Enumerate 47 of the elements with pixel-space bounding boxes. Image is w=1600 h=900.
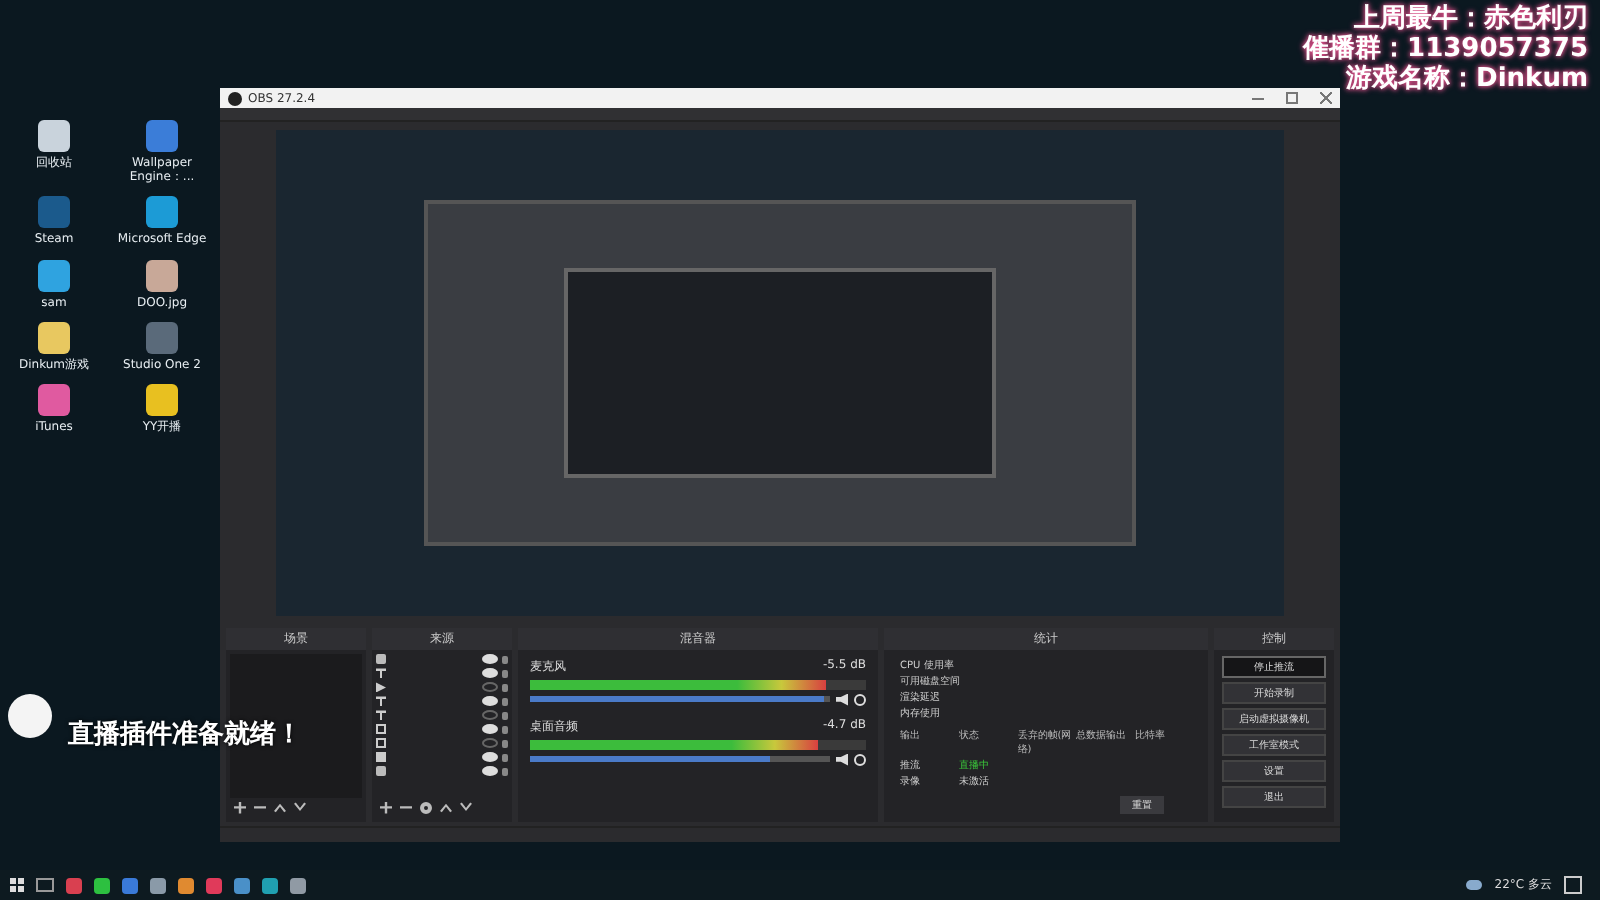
source-item[interactable] — [376, 681, 508, 694]
source-item[interactable] — [376, 667, 508, 680]
taskbar-app-icon[interactable] — [206, 877, 222, 893]
cloud-icon — [1466, 880, 1483, 890]
up-icon[interactable] — [440, 801, 452, 814]
overlay-text: 上周最牛：赤色利刃 — [1352, 4, 1588, 34]
windows-start-icon[interactable] — [10, 878, 24, 892]
settings-icon[interactable] — [854, 753, 866, 766]
task-view-icon[interactable] — [36, 878, 54, 892]
taskbar-app-icon[interactable] — [66, 877, 82, 893]
settings-icon[interactable] — [854, 693, 866, 706]
down-icon[interactable] — [294, 801, 306, 814]
overlay-text: 催播群：1139057375 — [1303, 34, 1588, 64]
add-icon[interactable] — [380, 801, 392, 814]
volume-slider[interactable] — [530, 756, 830, 763]
settings-icon[interactable] — [420, 801, 432, 814]
folder-icon — [376, 654, 386, 665]
minimize-icon[interactable] — [1252, 97, 1264, 99]
close-icon[interactable] — [1320, 92, 1332, 104]
speaker-icon[interactable] — [836, 753, 848, 766]
source-item[interactable] — [376, 723, 508, 736]
taskbar-app-icon[interactable] — [122, 877, 138, 893]
taskbar-app-icon[interactable] — [178, 877, 194, 893]
source-item[interactable] — [376, 737, 508, 750]
taskbar-app-icon[interactable] — [290, 877, 306, 893]
add-icon[interactable] — [234, 801, 246, 814]
taskbar-app-icon[interactable] — [94, 877, 110, 893]
app-logo-icon — [228, 91, 242, 105]
notification-text: 直播插件准备就绪！ — [68, 718, 302, 752]
source-item[interactable] — [376, 695, 508, 708]
source-item[interactable] — [376, 751, 508, 764]
up-icon[interactable] — [274, 801, 286, 814]
down-icon[interactable] — [460, 801, 472, 814]
image-icon — [376, 752, 386, 763]
source-item[interactable] — [376, 765, 508, 778]
maximize-icon[interactable] — [1286, 92, 1298, 104]
folder-icon — [376, 766, 386, 777]
text-icon — [376, 668, 386, 679]
notification-icon[interactable] — [1564, 876, 1582, 894]
taskbar-app-icon[interactable] — [262, 877, 278, 893]
overlay-text: 游戏名称：Dinkum — [1344, 64, 1588, 94]
taskbar-app-icon[interactable] — [150, 877, 166, 893]
taskbar-app-icon[interactable] — [234, 877, 250, 893]
play-icon — [376, 682, 386, 693]
avatar-circle — [8, 694, 52, 738]
speaker-icon[interactable] — [836, 693, 848, 706]
source-item[interactable] — [376, 653, 508, 666]
